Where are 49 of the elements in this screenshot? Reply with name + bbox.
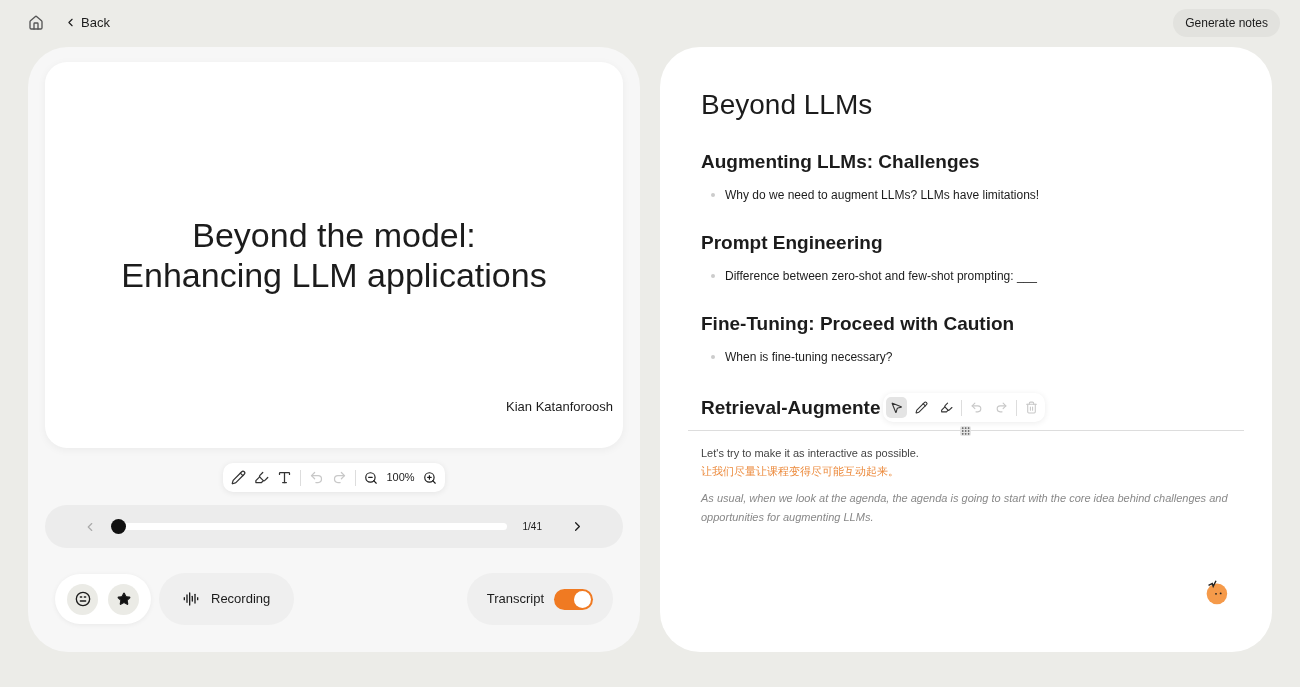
slide-author: Kian Katanforoosh: [506, 397, 613, 416]
transcript-label: Transcript: [486, 590, 544, 609]
pencil-icon: [914, 401, 928, 414]
pen-tool-button[interactable]: [231, 470, 247, 485]
zoom-out-icon[interactable]: [364, 470, 379, 485]
transcript-line: Let's try to make it as interactive as possible.: [701, 446, 920, 461]
zoom-level: 100%: [386, 470, 415, 486]
confused-face-button[interactable]: [67, 583, 98, 615]
upcoming-transcript: As usual, when we look at the agenda, the agenda is going to start with the core idea behind challenges and opportunities for augmenting LLMs.: [701, 491, 1229, 525]
pointer-tool-button[interactable]: [885, 397, 907, 418]
bullet-text: Why do we need to augment LLMs? LLMs have limitations!: [725, 187, 1040, 204]
pointer-icon: [889, 401, 903, 414]
trash-icon: [1024, 401, 1038, 414]
drag-handle-icon[interactable]: [960, 426, 971, 436]
page-counter: 1/41: [522, 520, 542, 534]
redo-icon: [994, 401, 1008, 414]
bullet-icon: [711, 274, 715, 278]
section-heading: Augmenting LLMs: Challenges: [701, 150, 980, 174]
slide-progress-thumb[interactable]: [111, 519, 126, 534]
pencil-icon: [231, 470, 247, 485]
undo-icon: [969, 401, 983, 414]
text-tool-button[interactable]: [277, 470, 293, 485]
bullet-text: When is fine-tuning necessary?: [725, 349, 893, 366]
redo-icon: [332, 470, 348, 485]
notes-title: Beyond LLMs: [701, 88, 874, 122]
highlighter-icon: [939, 401, 953, 414]
slide-title: Beyond the model:: [192, 215, 476, 255]
recording-button[interactable]: Recording: [159, 573, 295, 625]
bullet-icon: [711, 355, 715, 359]
home-icon[interactable]: [28, 14, 44, 31]
section-heading: Retrieval-Augmente: [701, 395, 881, 420]
highlighter-icon: [254, 470, 270, 485]
waveform-icon: [183, 591, 199, 607]
section-heading: Fine-Tuning: Proceed with Caution: [701, 312, 1015, 336]
back-button[interactable]: Back: [64, 12, 110, 33]
star-icon: [116, 592, 131, 606]
confused-face-icon: [74, 591, 91, 607]
transcript-toggle[interactable]: [554, 588, 593, 610]
slide-title: Enhancing LLM applications: [121, 255, 547, 295]
text-icon: [277, 470, 293, 485]
bullet-text: Difference between zero-shot and few-shot prompting: ___: [725, 268, 1037, 285]
zoom-in-icon[interactable]: [422, 470, 437, 485]
star-button[interactable]: [108, 583, 139, 615]
translation-line: 让我们尽量让课程变得尽可能互动起来。: [701, 463, 900, 480]
bullet-icon: [711, 193, 715, 197]
section-heading: Prompt Engineering: [701, 231, 883, 255]
generate-notes-button[interactable]: Generate notes: [1173, 8, 1280, 37]
eraser-tool-button[interactable]: [254, 470, 270, 485]
undo-icon: [309, 470, 325, 485]
